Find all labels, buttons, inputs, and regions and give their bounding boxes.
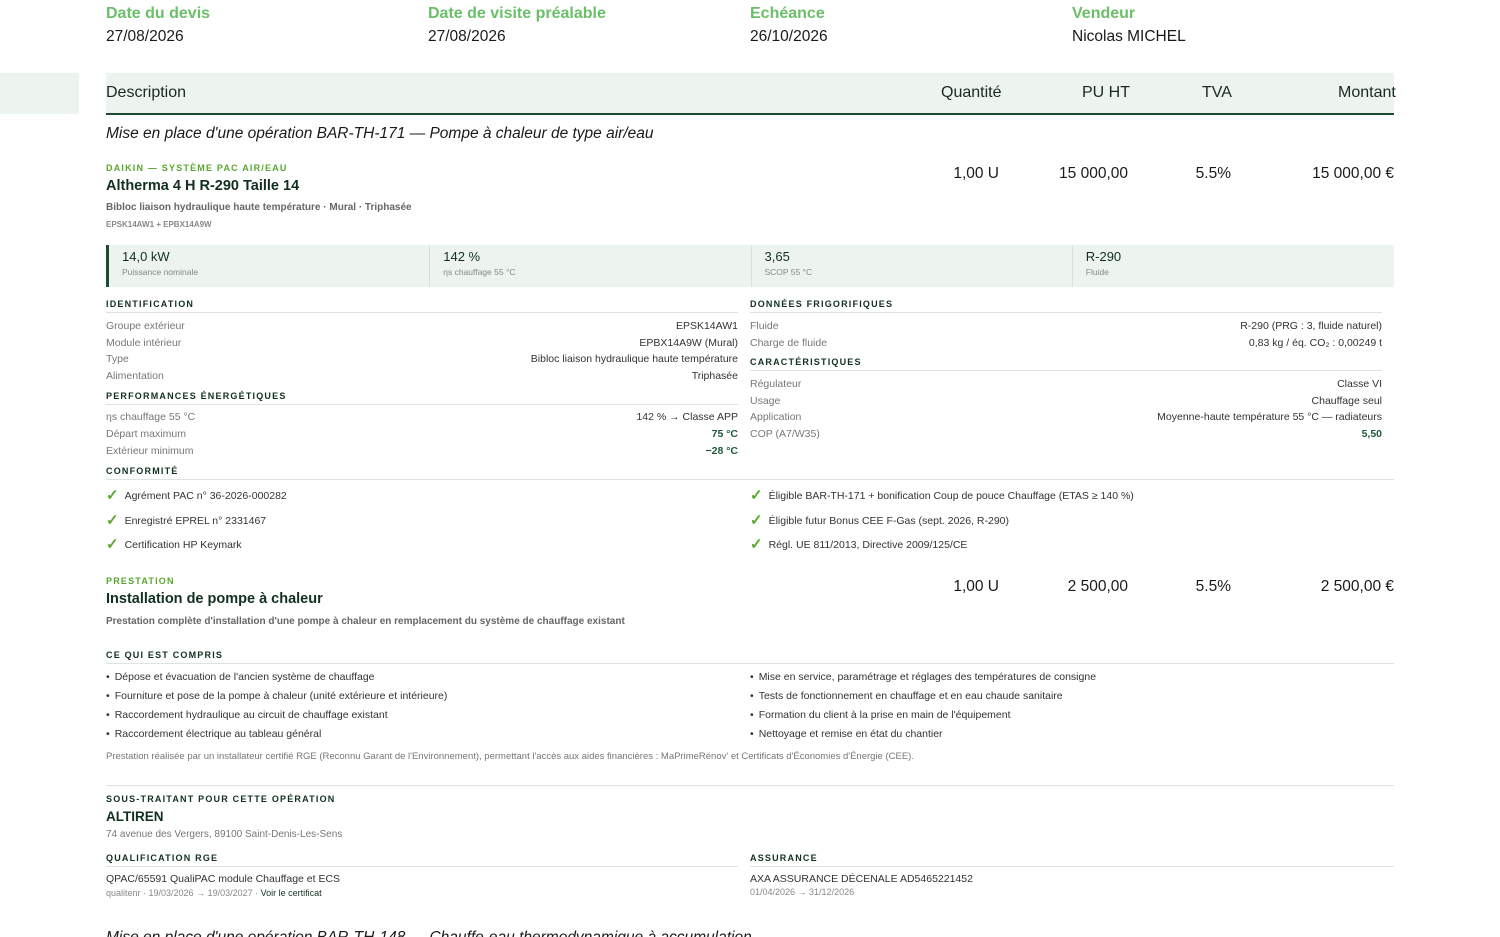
prestation-subtitle: Prestation complète d'installation d'une… — [106, 616, 625, 627]
product-subtitle: Bibloc liaison hydraulique haute tempéra… — [106, 202, 412, 213]
section-title: Mise en place d'une opération BAR-TH-171… — [106, 125, 654, 142]
performances-heading: PERFORMANCES ÉNERGÉTIQUES — [106, 391, 738, 405]
product-pu-ht: 15 000,00 — [1059, 165, 1128, 182]
spec-row: Extérieur minimum −28 °C — [106, 445, 738, 457]
check-icon: ✓ — [750, 487, 763, 504]
list-item: • Raccordement électrique au tableau géné… — [106, 728, 322, 740]
included-heading: CE QUI EST COMPRIS — [106, 650, 1394, 664]
spec-row: ηs chauffage 55 °C 142 % → Classe APP — [106, 411, 738, 423]
rge-note: Prestation réalisée par un installateur … — [106, 751, 914, 762]
product-specs: 14,0 kW Puissance nominale 142 % ηs chau… — [106, 245, 1394, 287]
prestation-quantity: 1,00 U — [953, 578, 999, 595]
spec-row: Fluide R-290 (PRG : 3, fluide naturel) — [750, 320, 1382, 332]
conformity-item: ✓ Régl. UE 811/2013, Directive 2009/125/C… — [750, 536, 968, 553]
list-item: • Tests de fonctionnement en chauffage et… — [750, 690, 1063, 702]
meta-seller: Vendeur Nicolas MICHEL — [1072, 5, 1186, 45]
check-icon: ✓ — [106, 487, 119, 504]
spec-row: Charge de fluide 0,83 kg / éq. CO₂ : 0,00… — [750, 337, 1382, 349]
product-montant: 15 000,00 € — [1312, 165, 1394, 182]
spec-power: 14,0 kW Puissance nominale — [109, 245, 431, 287]
subcontractor-name: ALTIREN — [106, 809, 164, 824]
col-quantity: Quantité — [941, 84, 1002, 101]
col-pu-ht: PU HT — [1082, 84, 1130, 101]
spec-efficiency: 142 % ηs chauffage 55 °C — [430, 245, 752, 287]
rge-value: QPAC/65591 QualiPAC module Chauffage et … — [106, 873, 341, 885]
spec-row: Module intérieur EPBX14A9W (Mural) — [106, 337, 738, 349]
list-item: • Fourniture et pose de la pompe à chaleu… — [106, 690, 448, 702]
product-tva: 5.5% — [1195, 165, 1231, 182]
meta-due-date: Echéance 26/10/2026 — [750, 5, 828, 45]
list-item: • Raccordement hydraulique au circuit de … — [106, 709, 388, 721]
product-quantity: 1,00 U — [953, 165, 999, 182]
spec-row: Groupe extérieur EPSK14AW1 — [106, 320, 738, 332]
frigorifiques-heading: DONNÉES FRIGORIFIQUES — [750, 299, 1382, 313]
identification-heading: IDENTIFICATION — [106, 299, 738, 313]
subcontractor-heading: SOUS-TRAITANT POUR CETTE OPÉRATION — [106, 794, 336, 804]
divider — [106, 785, 1394, 786]
prestation-montant: 2 500,00 € — [1320, 578, 1394, 595]
check-icon: ✓ — [750, 536, 763, 553]
check-icon: ✓ — [750, 512, 763, 529]
meta-visit-date: Date de visite préalable 27/08/2026 — [428, 5, 606, 45]
spec-row: Départ maximum 75 °C — [106, 428, 738, 440]
spec-row: Type Bibloc liaison hydraulique haute tem… — [106, 353, 738, 365]
meta-quote-date: Date du devis 27/08/2026 — [106, 5, 211, 45]
conformite-heading: CONFORMITÉ — [106, 466, 1394, 480]
prestation-tag: PRESTATION — [106, 576, 175, 586]
spec-row: Régulateur Classe VI — [750, 378, 1382, 390]
rge-heading: QUALIFICATION RGE — [106, 853, 738, 867]
rge-dates-line: qualitenr · 19/03/2026 → 19/03/2027 · Vo… — [106, 888, 322, 898]
conformity-item: ✓ Éligible BAR-TH-171 + bonification Coup… — [750, 487, 1134, 504]
spec-row: Usage Chauffage seul — [750, 395, 1382, 407]
prestation-title: Installation de pompe à chaleur — [106, 591, 323, 607]
list-item: • Formation du client à la prise en main … — [750, 709, 1011, 721]
check-icon: ✓ — [106, 512, 119, 529]
spec-row: COP (A7/W35) 5,50 — [750, 428, 1382, 440]
spec-row: Alimentation Triphasée — [106, 370, 738, 382]
check-icon: ✓ — [106, 536, 119, 553]
col-montant: Montant — [1338, 84, 1396, 101]
next-section-title: Mise en place d'une opération BAR-TH-148… — [106, 929, 752, 937]
prestation-pu-ht: 2 500,00 — [1067, 578, 1128, 595]
subcontractor-address: 74 avenue des Vergers, 89100 Saint-Denis… — [106, 829, 343, 840]
insurance-dates: 01/04/2026 → 31/12/2026 — [750, 887, 855, 897]
product-brand-tag: DAIKIN — SYSTÈME PAC AIR/EAU — [106, 163, 288, 173]
conformity-item: ✓ Enregistré EPREL n° 2331467 — [106, 512, 267, 529]
col-tva: TVA — [1202, 84, 1232, 101]
prestation-tva: 5.5% — [1195, 578, 1231, 595]
side-tab — [0, 73, 79, 114]
table-header: Description Quantité PU HT TVA Montant — [106, 73, 1396, 115]
conformity-item: ✓ Agrément PAC n° 36-2026-000282 — [106, 487, 287, 504]
quote-meta: Date du devis 27/08/2026 Date de visite … — [106, 5, 1394, 46]
spec-row: Application Moyenne-haute température 55 … — [750, 411, 1382, 423]
caracteristiques-heading: CARACTÉRISTIQUES — [750, 357, 1382, 371]
conformity-item: ✓ Éligible futur Bonus CEE F-Gas (sept. 2… — [750, 512, 1010, 529]
product-ref: EPSK14AW1 + EPBX14A9W — [106, 220, 212, 229]
spec-scop: 3,65 SCOP 55 °C — [752, 245, 1073, 287]
product-title: Altherma 4 H R-290 Taille 14 — [106, 178, 300, 194]
list-item: • Mise en service, paramétrage et réglage… — [750, 671, 1097, 683]
insurance-heading: ASSURANCE — [750, 853, 1394, 867]
view-certificate-link[interactable]: Voir le certificat — [261, 888, 322, 898]
list-item: • Dépose et évacuation de l'ancien systèm… — [106, 671, 375, 683]
insurance-value: AXA ASSURANCE DÉCENALE AD5465221452 — [750, 873, 973, 885]
conformity-item: ✓ Certification HP Keymark — [106, 536, 242, 553]
list-item: • Nettoyage et remise en état du chantier — [750, 728, 943, 740]
spec-fluid: R-290 Fluide — [1085, 249, 1122, 277]
col-description: Description — [106, 84, 187, 101]
